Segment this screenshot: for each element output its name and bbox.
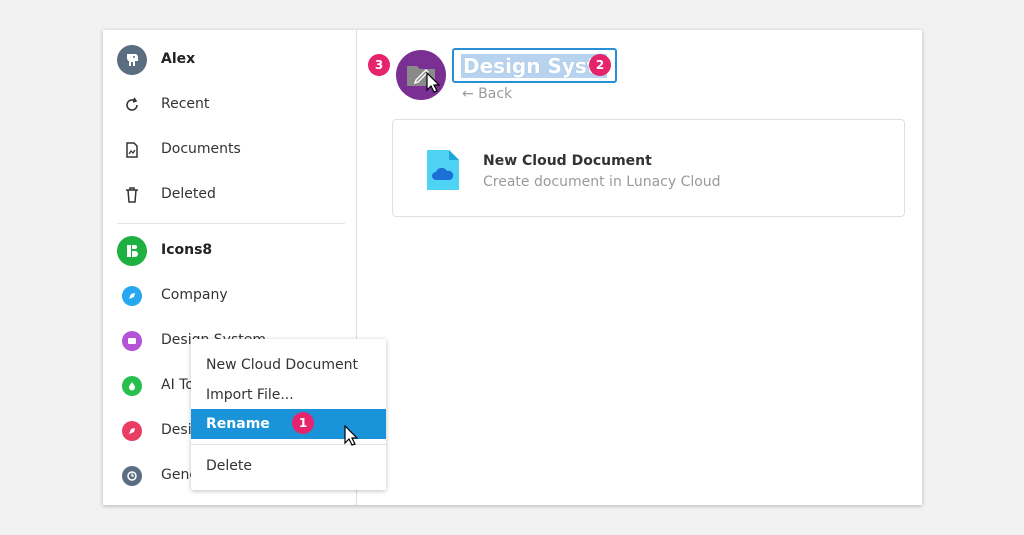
team-name: Icons8: [161, 242, 213, 258]
menu-item-import-file[interactable]: Import File...: [191, 380, 386, 410]
back-link[interactable]: ← Back: [462, 86, 512, 102]
sidebar-item-company[interactable]: Company: [103, 276, 357, 316]
document-icon: [117, 135, 147, 165]
sidebar-item-documents[interactable]: Documents: [103, 130, 357, 170]
team-avatar: [117, 236, 147, 266]
elephant-icon: [117, 45, 147, 75]
menu-item-delete[interactable]: Delete: [191, 451, 386, 481]
project-icon-wrap: [117, 326, 147, 356]
rocket-icon: [122, 286, 142, 306]
step-badge-3: 3: [368, 54, 390, 76]
project-icon-wrap: [117, 281, 147, 311]
folder-icon: [122, 331, 142, 351]
mouse-cursor-icon: [426, 72, 440, 93]
cloud-document-icon: [427, 150, 459, 190]
context-menu: New Cloud Document Import File... Rename…: [191, 339, 386, 490]
mouse-cursor-icon: [344, 425, 358, 446]
card-title: New Cloud Document: [483, 153, 652, 169]
sidebar-divider: [117, 223, 345, 224]
sidebar-user-alex[interactable]: Alex: [103, 40, 357, 80]
card-subtitle: Create document in Lunacy Cloud: [483, 174, 721, 190]
user-name: Alex: [161, 51, 196, 67]
sidebar-item-label: Company: [161, 287, 228, 303]
step-badge-1: 1: [292, 412, 314, 434]
sidebar-item-label: AI To: [161, 377, 194, 393]
sidebar-item-label: Desi: [161, 422, 192, 438]
title-selected-text: Design Syste: [461, 54, 607, 78]
step-badge-2: 2: [589, 54, 611, 76]
sidebar-team-icons8[interactable]: Icons8: [103, 231, 357, 271]
sidebar-item-recent[interactable]: Recent: [103, 85, 357, 125]
user-avatar: [117, 45, 147, 75]
sidebar-item-label: Documents: [161, 141, 241, 157]
main-panel: Design Syste ← Back New Cloud Document C…: [358, 30, 922, 505]
new-cloud-document-card[interactable]: New Cloud Document Create document in Lu…: [392, 119, 905, 217]
drop-icon: [122, 376, 142, 396]
refresh-icon: [117, 90, 147, 120]
project-icon-wrap: [117, 371, 147, 401]
trash-icon: [117, 180, 147, 210]
menu-item-new-cloud-document[interactable]: New Cloud Document: [191, 350, 386, 380]
clock-icon: [122, 466, 142, 486]
sidebar-item-label: Deleted: [161, 186, 216, 202]
icons8-logo-icon: [117, 236, 147, 266]
project-icon-wrap: [117, 416, 147, 446]
sidebar-item-deleted[interactable]: Deleted: [103, 175, 357, 215]
project-icon-wrap: [117, 461, 147, 491]
sidebar-item-label: Recent: [161, 96, 210, 112]
rocket-icon: [122, 421, 142, 441]
